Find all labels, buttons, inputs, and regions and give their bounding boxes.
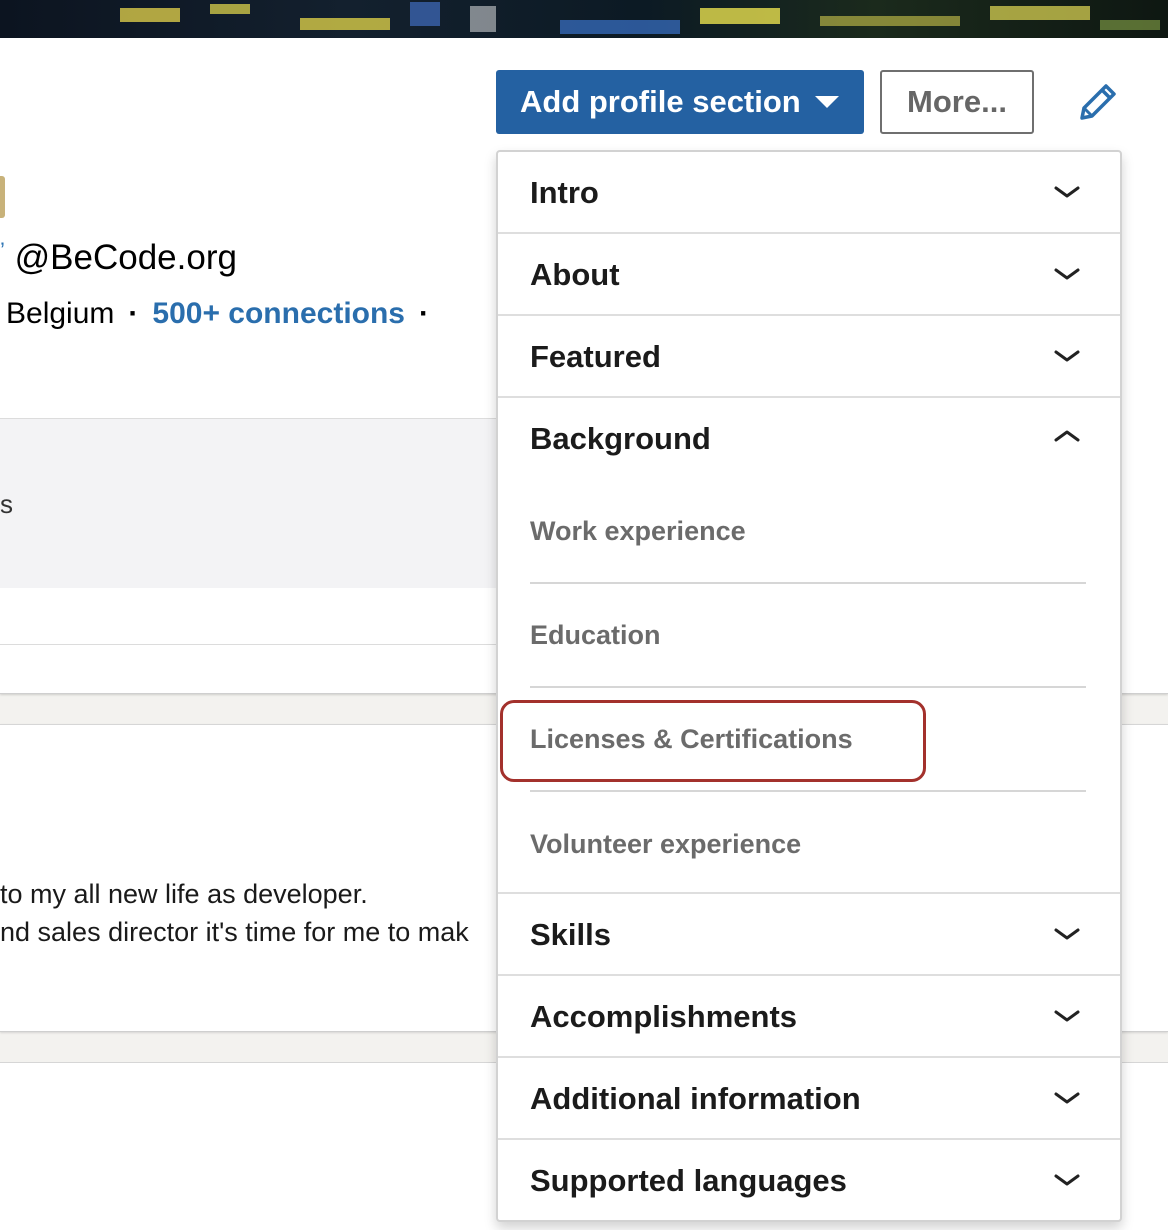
- background-header[interactable]: Background: [498, 398, 1120, 480]
- dropdown-section-intro[interactable]: Intro: [498, 152, 1120, 234]
- badge-accent: [0, 176, 5, 218]
- dropdown-section-additional-information[interactable]: Additional information: [498, 1058, 1120, 1140]
- section-label: Background: [530, 421, 711, 456]
- separator-dot: ·: [419, 297, 429, 330]
- section-label: Supported languages: [530, 1163, 847, 1198]
- background-item-education[interactable]: Education: [530, 584, 1086, 688]
- chevron-down-icon: [1054, 1010, 1080, 1022]
- pencil-icon[interactable]: [1074, 80, 1120, 126]
- org-handle: @BeCode.org: [14, 238, 237, 277]
- profile-banner: [0, 0, 1168, 38]
- more-button[interactable]: More...: [880, 70, 1034, 134]
- item-label: Work experience: [530, 515, 746, 546]
- section-label: Additional information: [530, 1081, 861, 1116]
- verified-mark-icon: ’: [0, 238, 5, 263]
- background-item-volunteer-experience[interactable]: Volunteer experience: [530, 792, 1086, 896]
- about-line-1: to my all new life as developer.: [0, 879, 368, 909]
- location: Belgium: [6, 297, 115, 330]
- item-label: Education: [530, 619, 661, 650]
- chevron-down-icon: [1054, 1092, 1080, 1104]
- section-label: About: [530, 257, 620, 292]
- section-label: Accomplishments: [530, 999, 798, 1034]
- banner-code-art: [120, 2, 1160, 34]
- separator-dot: ·: [128, 297, 139, 330]
- dropdown-section-about[interactable]: About: [498, 234, 1120, 316]
- caret-down-icon: [814, 96, 839, 108]
- headline: ’ @BeCode.org: [0, 238, 237, 278]
- chevron-up-icon: [1054, 430, 1080, 442]
- background-item-work-experience[interactable]: Work experience: [530, 480, 1086, 584]
- chevron-down-icon: [1054, 268, 1080, 280]
- about-text: to my all new life as developer. nd sale…: [0, 875, 469, 951]
- add-profile-section-button[interactable]: Add profile section: [496, 70, 864, 134]
- chevron-down-icon: [1054, 186, 1080, 198]
- section-label: Intro: [530, 175, 599, 210]
- about-line-2: nd sales director it's time for me to ma…: [0, 917, 469, 947]
- section-label: Featured: [530, 339, 661, 374]
- item-label: Volunteer experience: [530, 828, 802, 859]
- dropdown-section-background: Background Work experience Education Lic…: [498, 398, 1120, 894]
- add-profile-section-label: Add profile section: [520, 84, 801, 119]
- inset-text: s: [0, 489, 13, 519]
- chevron-down-icon: [1054, 350, 1080, 362]
- more-label: More...: [907, 84, 1007, 119]
- section-label: Skills: [530, 917, 611, 952]
- add-section-dropdown: Intro About Featured Background Work exp…: [496, 150, 1122, 1222]
- location-line: Belgium · 500+ connections ·: [6, 297, 443, 331]
- dropdown-section-featured[interactable]: Featured: [498, 316, 1120, 398]
- dropdown-section-accomplishments[interactable]: Accomplishments: [498, 976, 1120, 1058]
- dropdown-section-skills[interactable]: Skills: [498, 894, 1120, 976]
- dropdown-section-supported-languages[interactable]: Supported languages: [498, 1140, 1120, 1220]
- connections-link[interactable]: 500+ connections: [152, 297, 405, 330]
- chevron-down-icon: [1054, 928, 1080, 940]
- chevron-down-icon: [1054, 1174, 1080, 1186]
- licenses-highlight-outline: [500, 700, 926, 782]
